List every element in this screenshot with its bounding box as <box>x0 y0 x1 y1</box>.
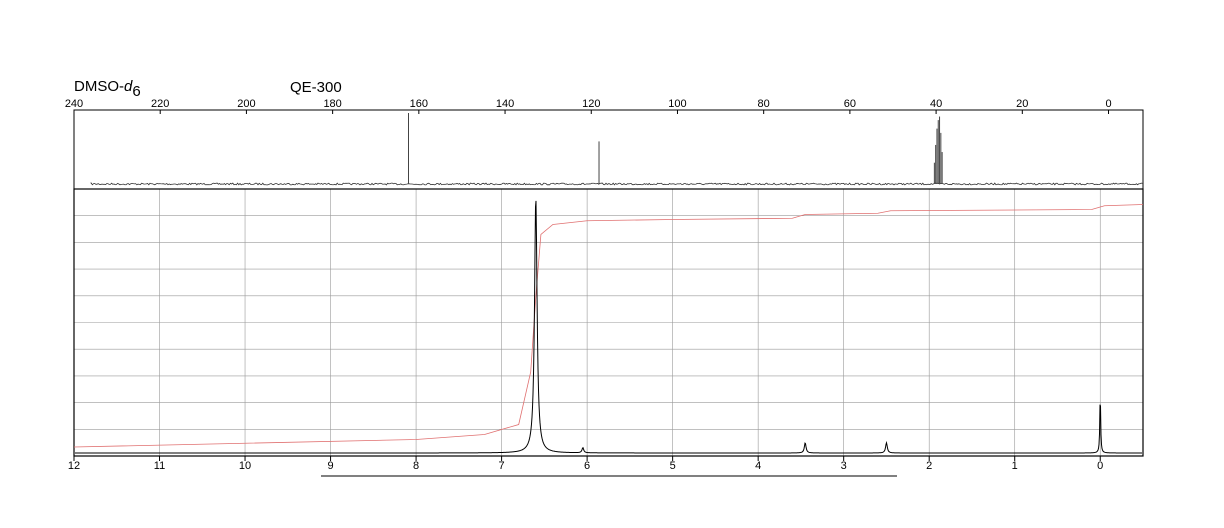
instrument-label: QE-300 <box>290 79 342 96</box>
h1-tick-label: 6 <box>584 460 590 472</box>
h1-spectrum-line <box>75 200 1142 454</box>
solvent-subscript: 6 <box>132 83 140 100</box>
nmr-spectrum: DMSO-d6 QE-300 240 220 200 180 160 140 120 100 8… <box>65 78 1144 477</box>
h1-tick-label: 0 <box>1097 460 1103 472</box>
h1-axis-ticks: 12 11 10 9 8 7 6 5 4 3 2 1 0 <box>68 456 1103 472</box>
c13-tick-label: 80 <box>758 98 770 110</box>
h1-grid <box>74 189 1143 456</box>
h1-tick-label: 9 <box>327 460 333 472</box>
c13-tick-label: 200 <box>237 98 255 110</box>
c13-spectrum-line <box>90 181 1143 186</box>
c13-tick-label: 20 <box>1016 98 1028 110</box>
c13-tick-label: 120 <box>582 98 600 110</box>
c13-tick-label: 180 <box>323 98 341 110</box>
c13-tick-label: 220 <box>151 98 169 110</box>
h1-tick-label: 3 <box>841 460 847 472</box>
h1-integral-curve <box>73 204 1144 448</box>
h1-tick-label: 8 <box>413 460 419 472</box>
solvent-base: DMSO- <box>74 78 124 95</box>
h1-tick-label: 7 <box>499 460 505 472</box>
h1-tick-label: 10 <box>239 460 251 472</box>
c13-tick-label: 160 <box>410 98 428 110</box>
solvent-label: DMSO-d6 <box>74 78 141 100</box>
c13-tick-label: 0 <box>1105 98 1111 110</box>
h1-tick-label: 12 <box>68 460 80 472</box>
c13-axis-ticks: 240 220 200 180 160 140 120 100 80 60 40 20 0 <box>65 98 1112 114</box>
h1-tick-label: 2 <box>926 460 932 472</box>
c13-tick-label: 100 <box>668 98 686 110</box>
c13-tick-label: 240 <box>65 98 83 110</box>
c13-peaks <box>407 113 943 184</box>
c13-plot-frame <box>73 109 1144 190</box>
h1-tick-label: 11 <box>154 460 165 472</box>
c13-tick-label: 140 <box>496 98 514 110</box>
h1-tick-label: 5 <box>670 460 676 472</box>
h1-tick-label: 4 <box>755 460 761 472</box>
h1-tick-label: 1 <box>1012 460 1018 472</box>
c13-tick-label: 60 <box>844 98 856 110</box>
c13-tick-label: 40 <box>930 98 942 110</box>
